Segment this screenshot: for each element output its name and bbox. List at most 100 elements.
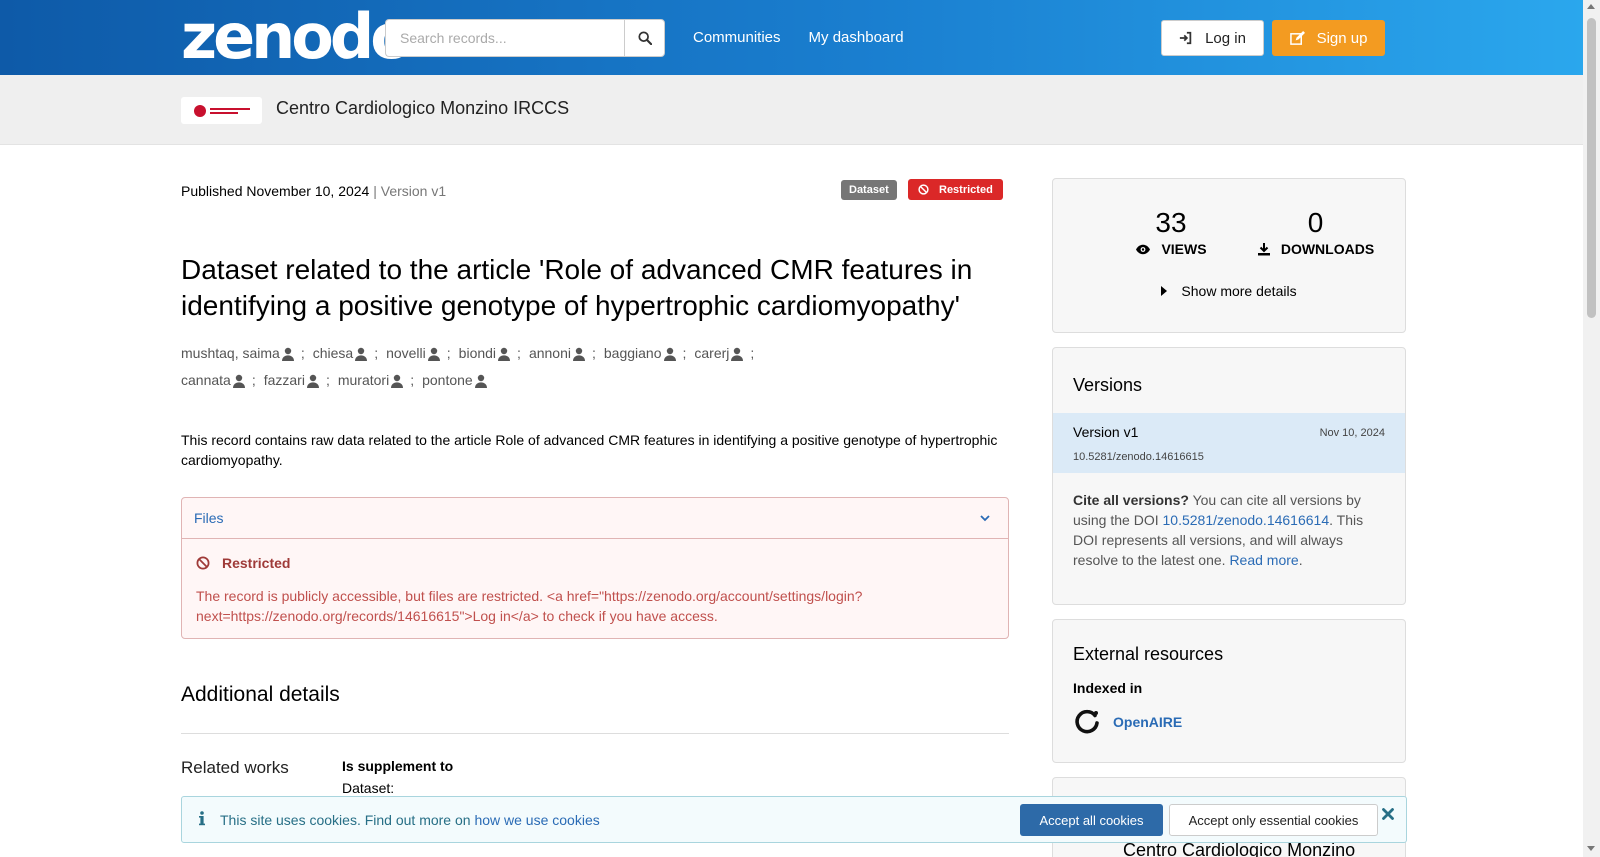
user-icon [355,347,368,361]
views-stat: 33 VIEWS [1116,207,1226,257]
creator-separator: ; [446,345,451,361]
creator-item[interactable]: muratori; [338,367,414,394]
zenodo-logo[interactable]: zenodo [181,6,413,68]
creator-name[interactable]: fazzari [264,367,305,394]
show-more-details-toggle[interactable]: Show more details [1053,283,1405,299]
community-logo[interactable] [181,97,262,124]
main-nav: Communities My dashboard [693,29,904,46]
concept-doi-link[interactable]: 10.5281/zenodo.14616614 [1163,512,1330,528]
creator-name[interactable]: novelli [386,340,426,367]
search-button[interactable] [624,19,665,57]
creator-item[interactable]: carerj; [694,340,754,367]
stats-card: 33 VIEWS 0 DOWNLOADS Show more details [1052,178,1406,333]
signup-button[interactable]: Sign up [1272,20,1385,56]
restricted-title: Restricted [222,555,291,571]
user-icon [427,347,440,361]
record-title: Dataset related to the article 'Role of … [181,254,973,321]
creator-separator: ; [251,372,256,388]
cookie-policy-link[interactable]: how we use cookies [474,812,599,828]
user-icon [306,374,319,388]
published-date: Published November 10, 2024 [181,183,370,199]
files-accordion-header[interactable]: Files [182,498,1008,539]
version-text: | Version v1 [373,183,447,199]
creator-separator: ; [517,345,521,361]
version-label[interactable]: Version v1 [1073,424,1138,440]
close-icon[interactable] [1382,808,1394,820]
openaire-link[interactable]: OpenAIRE [1073,708,1182,736]
versions-heading: Versions [1073,375,1143,395]
creator-item[interactable]: fazzari; [264,367,330,394]
creator-name[interactable]: carerj [694,340,729,367]
resource-type-badge: Dataset [841,180,897,200]
user-icon [663,347,676,361]
publication-info: Published November 10, 2024 | Version v1 [181,183,446,199]
version-item-current[interactable]: Version v1 Nov 10, 2024 10.5281/zenodo.1… [1053,413,1405,473]
relation-resource-type: Dataset: [342,780,395,796]
search-input[interactable] [385,19,625,57]
signup-label: Sign up [1316,29,1368,47]
creator-item[interactable]: pontone [422,367,488,394]
version-date: Nov 10, 2024 [1319,427,1385,439]
user-icon [572,347,585,361]
creator-name[interactable]: biondi [459,340,496,367]
scroll-up-arrow[interactable] [1587,4,1595,9]
creator-name[interactable]: cannata [181,367,231,394]
community-header: Centro Cardiologico Monzino IRCCS [0,75,1600,145]
cite-end: . [1298,552,1303,568]
creator-name[interactable]: chiesa [313,340,353,367]
cite-all-versions: Cite all versions? You can cite all vers… [1073,490,1385,570]
accept-essential-cookies-button[interactable]: Accept only essential cookies [1169,804,1378,836]
creator-name[interactable]: mushtaq, saima [181,340,280,367]
page-scrollbar[interactable] [1583,0,1600,857]
creator-item[interactable]: cannata; [181,367,256,394]
scroll-down-arrow[interactable] [1587,846,1595,851]
creator-item[interactable]: mushtaq, saima; [181,340,305,367]
search-bar [385,19,665,57]
creator-item[interactable]: novelli; [386,340,451,367]
downloads-stat: 0 DOWNLOADS [1248,207,1383,257]
creator-separator: ; [591,345,596,361]
creator-item[interactable]: annoni; [529,340,596,367]
downloads-label: DOWNLOADS [1280,241,1375,257]
search-icon [638,31,652,45]
creator-separator: ; [410,372,415,388]
creator-name[interactable]: muratori [338,367,389,394]
creator-name[interactable]: baggiano [604,340,662,367]
user-icon [232,374,245,388]
nav-my-dashboard[interactable]: My dashboard [809,29,904,46]
creator-item[interactable]: biondi; [459,340,521,367]
scrollbar-thumb[interactable] [1587,18,1596,318]
nav-communities[interactable]: Communities [693,29,781,46]
login-button[interactable]: Log in [1161,20,1264,56]
user-icon [498,347,511,361]
openaire-logo-icon [1075,709,1099,734]
related-works-label: Related works [181,758,289,777]
creator-item[interactable]: baggiano; [604,340,687,367]
cookie-banner: This site uses cookies. Find out more on… [181,796,1407,843]
creator-separator: ; [750,345,755,361]
openaire-label: OpenAIRE [1113,714,1183,730]
download-icon [1257,243,1270,256]
ban-icon [918,184,929,195]
read-more-link[interactable]: Read more [1229,552,1298,568]
edit-icon [1289,30,1305,45]
views-count: 33 [1155,207,1187,238]
show-more-label: Show more details [1181,283,1297,299]
creator-separator: ; [682,345,687,361]
additional-details-heading: Additional details [181,683,340,706]
community-name[interactable]: Centro Cardiologico Monzino IRCCS [276,98,569,119]
user-icon [731,347,744,361]
record-description: This record contains raw data related to… [181,432,998,468]
external-resources-heading: External resources [1073,644,1224,664]
creator-separator: ; [325,372,330,388]
creator-item[interactable]: chiesa; [313,340,378,367]
creator-name[interactable]: pontone [422,367,473,394]
creators-list: mushtaq, saima; chiesa; novelli; biondi; ann… [181,340,1001,394]
cite-all-title: Cite all versions? [1073,492,1189,508]
eye-icon [1136,244,1151,254]
restricted-message: The record is publicly accessible, but f… [196,588,863,624]
creator-name[interactable]: annoni [529,340,571,367]
cookie-message: This site uses cookies. Find out more on [220,812,475,828]
cookie-text: This site uses cookies. Find out more on… [220,812,600,828]
accept-all-cookies-button[interactable]: Accept all cookies [1020,804,1163,836]
